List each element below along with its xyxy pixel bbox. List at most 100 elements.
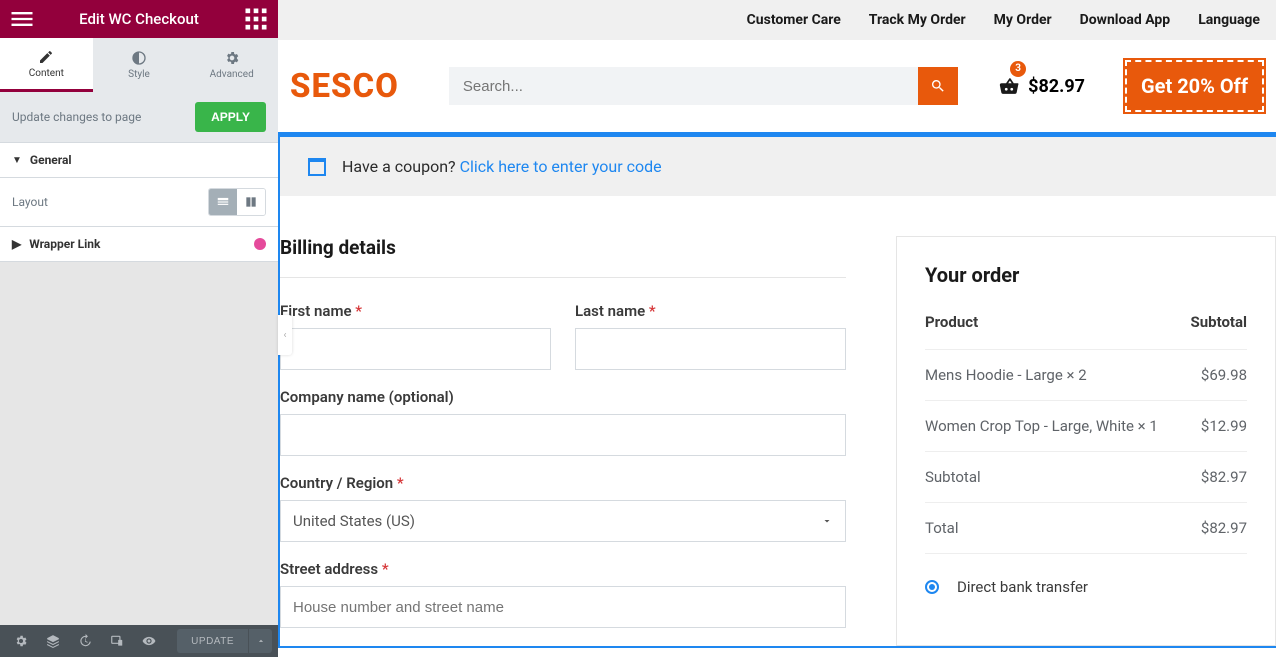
order-item-name: Women Crop Top - Large, White × 1 (925, 401, 1184, 452)
tab-content-label: Content (29, 68, 64, 79)
panel-collapse-handle[interactable]: ‹ (278, 315, 292, 355)
update-dropdown-icon[interactable] (248, 629, 272, 653)
panel-title: Edit WC Checkout (36, 10, 242, 28)
cart-count-badge: 3 (1010, 61, 1026, 77)
panel-tabs: Content Style Advanced (0, 38, 278, 92)
order-item-name: Mens Hoodie - Large × 2 (925, 350, 1184, 401)
search-icon (930, 78, 946, 94)
navigator-icon[interactable] (38, 625, 68, 657)
menu-icon[interactable] (8, 5, 36, 33)
radio-selected-icon (925, 580, 939, 594)
section-general[interactable]: ▼ General (0, 143, 278, 178)
caret-right-icon: ▶ (12, 237, 21, 251)
select-country[interactable]: United States (US) (280, 500, 846, 542)
control-layout: Layout (0, 178, 278, 227)
topbar-track-order[interactable]: Track My Order (869, 12, 966, 28)
site-logo[interactable]: SESCO (290, 67, 399, 106)
field-street: Street address * (280, 560, 846, 628)
panel-footer: UPDATE (0, 625, 278, 657)
panel-header: Edit WC Checkout (0, 0, 278, 38)
coupon-text: Have a coupon? Click here to enter your … (342, 157, 662, 176)
coupon-question: Have a coupon? (342, 157, 460, 176)
control-layout-label: Layout (12, 195, 48, 209)
input-street[interactable] (280, 586, 846, 628)
order-item-row: Women Crop Top - Large, White × 1 $12.99 (925, 401, 1247, 452)
label-country: Country / Region * (280, 474, 846, 492)
select-country-value: United States (US) (293, 512, 415, 530)
history-icon[interactable] (70, 625, 100, 657)
tab-content[interactable]: Content (0, 38, 93, 92)
promo-button[interactable]: Get 20% Off (1125, 60, 1264, 112)
topbar-language[interactable]: Language (1198, 12, 1260, 28)
caret-down-icon: ▼ (12, 155, 22, 166)
coupon-icon (308, 158, 326, 176)
order-col-subtotal: Subtotal (1184, 313, 1247, 350)
billing-form: Billing details First name * Last name *… (280, 236, 846, 646)
footer-update-group: UPDATE (177, 629, 272, 653)
update-button[interactable]: UPDATE (177, 629, 248, 653)
section-wrapper-link[interactable]: ▶ Wrapper Link (0, 227, 278, 262)
coupon-notice: Have a coupon? Click here to enter your … (280, 134, 1276, 196)
order-col-product: Product (925, 313, 1184, 350)
payment-option-bank[interactable]: Direct bank transfer (925, 554, 1247, 596)
basket-icon (998, 75, 1020, 97)
order-total-label: Total (925, 503, 1184, 554)
wrapper-link-label: Wrapper Link (29, 237, 100, 251)
payment-bank-label: Direct bank transfer (957, 578, 1088, 596)
apply-hint: Update changes to page (12, 110, 141, 124)
selected-widget-outline: Have a coupon? Click here to enter your … (278, 132, 1276, 648)
layout-option-multistep[interactable] (237, 189, 265, 215)
layout-toggle (208, 188, 266, 216)
order-total-value: $82.97 (1184, 503, 1247, 554)
coupon-link[interactable]: Click here to enter your code (460, 157, 662, 176)
order-heading: Your order (925, 263, 1247, 287)
order-table: Product Subtotal Mens Hoodie - Large × 2… (925, 313, 1247, 554)
order-subtotal-label: Subtotal (925, 452, 1184, 503)
tab-advanced-label: Advanced (210, 69, 254, 80)
apply-button[interactable]: APPLY (195, 102, 266, 132)
topbar-download-app[interactable]: Download App (1080, 12, 1171, 28)
field-first-name: First name * (280, 302, 551, 370)
order-item-price: $69.98 (1184, 350, 1247, 401)
tab-style-label: Style (128, 69, 150, 80)
label-last-name: Last name * (575, 302, 846, 320)
topbar-customer-care[interactable]: Customer Care (747, 12, 841, 28)
billing-divider (280, 277, 846, 278)
apply-row: Update changes to page APPLY (0, 92, 278, 143)
editor-panel: Edit WC Checkout Content Style Advanced … (0, 0, 278, 657)
field-country: Country / Region * United States (US) (280, 474, 846, 542)
search-form (449, 67, 958, 105)
plugin-badge-icon (254, 238, 266, 250)
layout-option-default[interactable] (209, 189, 237, 215)
cart-total: $82.97 (1028, 76, 1085, 97)
label-company: Company name (optional) (280, 388, 846, 406)
input-first-name[interactable] (280, 328, 551, 370)
billing-heading: Billing details (280, 236, 846, 259)
preview-icon[interactable] (134, 625, 164, 657)
widgets-grid-icon[interactable] (242, 5, 270, 33)
responsive-icon[interactable] (102, 625, 132, 657)
field-last-name: Last name * (575, 302, 846, 370)
label-first-name: First name * (280, 302, 551, 320)
section-general-label: General (30, 153, 72, 167)
input-last-name[interactable] (575, 328, 846, 370)
order-subtotal-value: $82.97 (1184, 452, 1247, 503)
topbar-my-order[interactable]: My Order (994, 12, 1052, 28)
site-header: SESCO 3 $82.97 Get 20% Off (278, 40, 1276, 132)
tab-style[interactable]: Style (93, 38, 186, 92)
order-summary: Your order Product Subtotal Mens Hoodie … (896, 236, 1276, 646)
chevron-down-icon (821, 515, 833, 527)
search-input[interactable] (449, 67, 918, 105)
tab-advanced[interactable]: Advanced (185, 38, 278, 92)
label-street: Street address * (280, 560, 846, 578)
top-bar: Customer Care Track My Order My Order Do… (278, 0, 1276, 40)
settings-icon[interactable] (6, 625, 36, 657)
order-item-row: Mens Hoodie - Large × 2 $69.98 (925, 350, 1247, 401)
site-preview: Customer Care Track My Order My Order Do… (278, 0, 1276, 657)
field-company: Company name (optional) (280, 388, 846, 456)
header-cart[interactable]: 3 $82.97 (998, 75, 1085, 97)
input-company[interactable] (280, 414, 846, 456)
search-button[interactable] (918, 67, 958, 105)
order-item-price: $12.99 (1184, 401, 1247, 452)
checkout-body: Billing details First name * Last name *… (280, 196, 1276, 646)
